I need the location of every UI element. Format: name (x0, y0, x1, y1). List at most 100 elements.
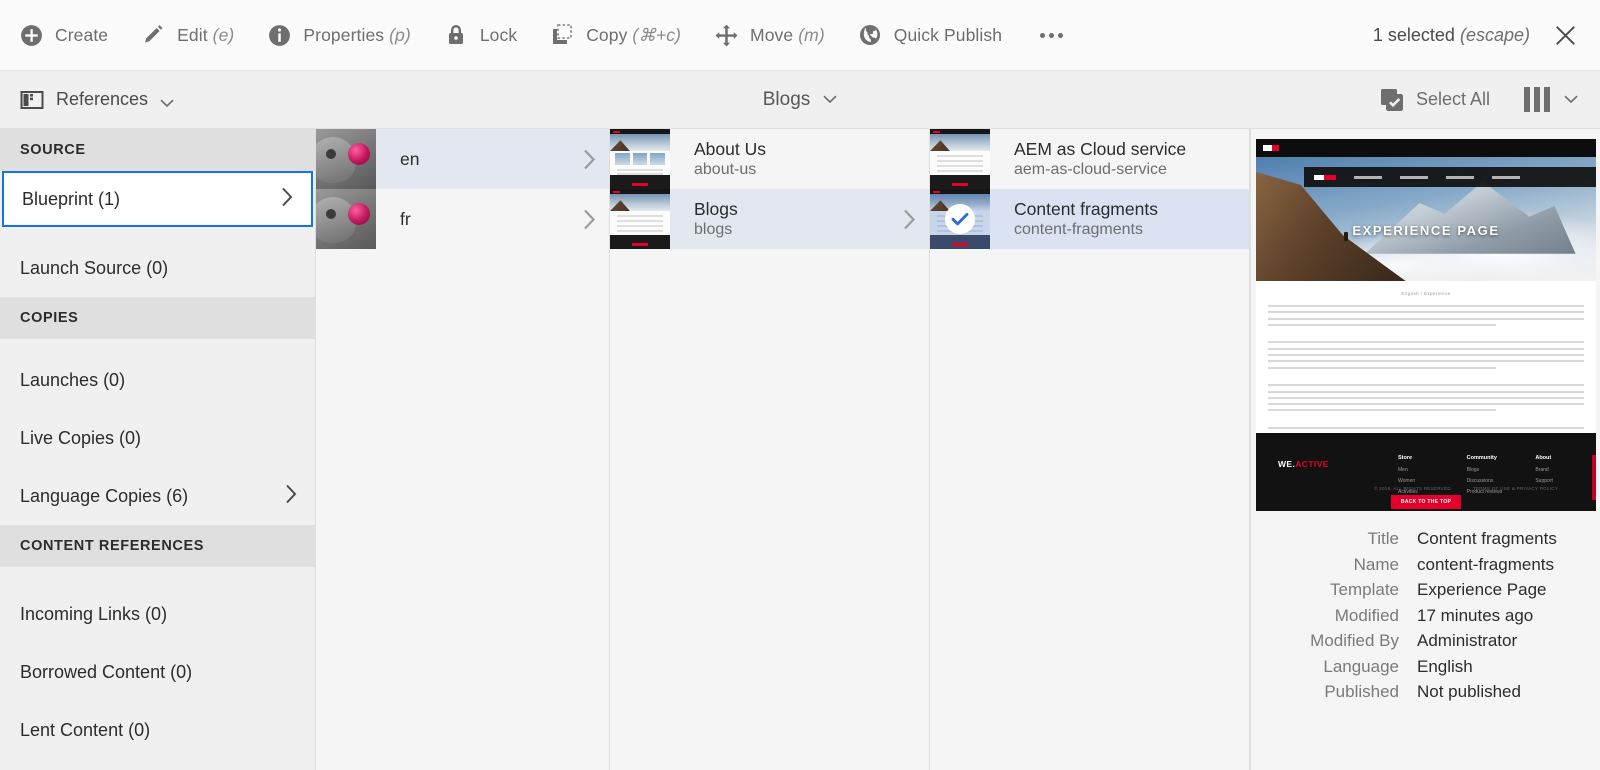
language-column: en fr (316, 129, 610, 770)
footer-column: Store Men Women Activities (1398, 455, 1418, 495)
list-item[interactable]: fr (316, 189, 609, 249)
chevron-right-icon (569, 209, 609, 230)
blogs-children-column: AEM as Cloud service aem-as-cloud-servic… (930, 129, 1250, 770)
list-item[interactable]: AEM as Cloud service aem-as-cloud-servic… (930, 129, 1249, 189)
copy-button[interactable]: Copy (⌘+c) (533, 0, 697, 71)
thumbnail (610, 129, 670, 189)
chevron-right-icon (281, 187, 293, 212)
properties-label: Properties (p) (303, 24, 411, 45)
preview-body-text (1268, 305, 1584, 448)
preview-browser-bar (1256, 139, 1596, 157)
sidebar-item-incoming-links[interactable]: Incoming Links (0) (0, 585, 315, 643)
property-row: Modified By Administrator (1251, 631, 1580, 651)
rail-panel-icon (20, 88, 44, 112)
more-options-button[interactable] (1018, 0, 1085, 71)
property-key: Modified By (1310, 631, 1399, 650)
list-item-title: About Us (694, 138, 766, 159)
sidebar-item-label: Incoming Links (0) (20, 603, 168, 624)
list-item-text: Blogs blogs (670, 198, 889, 241)
close-icon[interactable] (1550, 20, 1580, 50)
sidebar-item-live-copies[interactable]: Live Copies (0) (0, 409, 315, 467)
list-item-title: Content fragments (1014, 198, 1158, 219)
quick-publish-label: Quick Publish (893, 24, 1003, 45)
info-circle-icon (266, 22, 292, 48)
selected-check-icon (945, 204, 975, 234)
property-row: Title Content fragments (1251, 529, 1580, 549)
property-value: content-fragments (1417, 554, 1555, 574)
view-switcher[interactable] (1524, 87, 1578, 112)
chevron-right-icon (889, 209, 929, 230)
lock-label: Lock (479, 24, 518, 45)
toolbar-right-group: 1 selected (escape) (1373, 0, 1600, 71)
list-item[interactable]: Content fragments content-fragments (930, 189, 1249, 249)
breadcrumb: Blogs (0, 71, 1600, 129)
lock-icon (443, 22, 469, 48)
property-row: Published Not published (1251, 682, 1580, 702)
property-key: Title (1367, 529, 1400, 548)
edit-button[interactable]: Edit (e) (124, 0, 250, 71)
property-row: Language English (1251, 657, 1580, 677)
page-preview: EXPERIENCE PAGE English / Experience WE.… (1256, 139, 1596, 511)
property-key: Language (1323, 656, 1399, 676)
list-item-subtitle: aem-as-cloud-service (1014, 160, 1167, 178)
property-key: Name (1353, 554, 1399, 574)
sidebar-item-label: Blueprint (1) (22, 188, 121, 209)
sidebar-item-borrowed-content[interactable]: Borrowed Content (0) (0, 643, 315, 701)
list-item[interactable]: About Us about-us (610, 129, 929, 189)
property-list: Title Content fragments Name content-fra… (1251, 529, 1600, 708)
sidebar-item-launches[interactable]: Launches (0) (0, 351, 315, 409)
column-browser: en fr About Us about-us Blogs blogs AEM … (316, 129, 1250, 770)
create-label: Create (55, 24, 109, 45)
preview-nav-bar (1303, 167, 1596, 187)
list-item-title: fr (400, 209, 411, 229)
list-item-text: Content fragments content-fragments (990, 198, 1209, 241)
preview-hero-title: EXPERIENCE PAGE (1352, 223, 1500, 238)
list-item[interactable]: Blogs blogs (610, 189, 929, 249)
thumbnail (930, 129, 990, 189)
property-value: Not published (1417, 682, 1521, 701)
sidebar-item-launch-source[interactable]: Launch Source (0) (0, 239, 315, 297)
sidebar-item-blueprint[interactable]: Blueprint (1) (2, 171, 313, 227)
list-item-title: AEM as Cloud service (1014, 138, 1187, 159)
preview-footer-columns: Store Men Women Activities Community Blo… (1398, 455, 1596, 500)
chevron-right-icon (569, 149, 609, 170)
page-title: Blogs (762, 89, 811, 110)
references-rail-toggle[interactable]: References (0, 71, 190, 129)
list-item-subtitle: about-us (694, 160, 757, 178)
chevron-down-icon (823, 91, 837, 109)
property-value: Content fragments (1417, 529, 1557, 548)
quick-publish-button[interactable]: Quick Publish (841, 0, 1018, 71)
lock-button[interactable]: Lock (427, 0, 533, 71)
property-key: Published (1324, 682, 1399, 701)
list-item-text: fr (376, 189, 569, 249)
thumbnail[interactable] (930, 189, 990, 249)
property-value: Administrator (1417, 631, 1518, 650)
list-item-subtitle: content-fragments (1014, 220, 1143, 238)
sidebar-item-label: Borrowed Content (0) (20, 661, 193, 682)
properties-button[interactable]: Properties (p) (250, 0, 426, 71)
create-button[interactable]: Create (0, 0, 124, 71)
aem-sites-references-screen: Create Edit (e) Properties (p) Lock Copy… (0, 0, 1600, 770)
property-key: Template (1330, 580, 1399, 599)
preview-breadcrumb: English / Experience (1401, 291, 1451, 296)
sidebar-item-lent-content[interactable]: Lent Content (0) (0, 701, 315, 759)
select-all-button[interactable]: Select All (1380, 88, 1490, 112)
references-rail-label: References (56, 89, 149, 109)
move-button[interactable]: Move (m) (697, 0, 841, 71)
list-item-text: en (376, 129, 569, 189)
preview-footer: WE.ACTIVE Store Men Women Activities Com… (1256, 433, 1596, 511)
selection-count: 1 selected (escape) (1372, 24, 1530, 45)
references-rail: SOURCE Blueprint (1) Launch Source (0) C… (0, 129, 316, 770)
sidebar-item-label: Launches (0) (20, 369, 126, 390)
list-item[interactable]: en (316, 129, 609, 189)
select-all-label: Select All (1415, 89, 1490, 109)
preview-footer-logo: WE.ACTIVE (1278, 459, 1329, 469)
thumbnail (316, 129, 376, 189)
main-content: SOURCE Blueprint (1) Launch Source (0) C… (0, 129, 1600, 770)
breadcrumb-dropdown[interactable]: Blogs (763, 89, 838, 111)
sidebar-item-language-copies[interactable]: Language Copies (6) (0, 467, 315, 525)
selection-action-toolbar: Create Edit (e) Properties (p) Lock Copy… (0, 0, 1600, 71)
pencil-icon (140, 22, 166, 48)
move-icon (713, 22, 739, 48)
sidebar-group-content-references-title: CONTENT REFERENCES (0, 525, 315, 567)
